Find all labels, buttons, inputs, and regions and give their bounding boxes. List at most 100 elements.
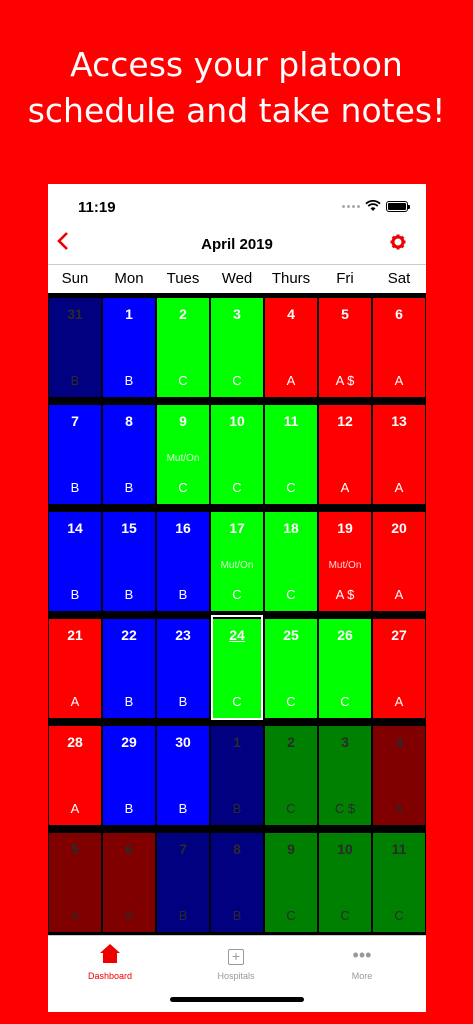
calendar-day-cell[interactable]: 30 B [156, 721, 210, 828]
status-icons [342, 200, 410, 212]
calendar-grid: 31 B 1 B 2 C 3 C 4 A 5 A $6 A 7 B 8 B 9 Mut/On C 10 C 11 C 12 A 13… [48, 293, 426, 935]
day-number: 27 [391, 627, 407, 643]
calendar-day-cell[interactable]: 8B [102, 400, 156, 507]
calendar-day-cell[interactable]: 9 Mut/On C [156, 400, 210, 507]
calendar-day-cell[interactable]: 11 C [264, 400, 318, 507]
day-number: 18 [283, 520, 299, 536]
calendar-day-cell[interactable]: 9C [264, 828, 318, 935]
weekday-thu: Thurs [271, 270, 311, 287]
platoon-label: C [232, 373, 242, 388]
promo-line-1: Access your platoon [70, 45, 403, 84]
calendar-day-cell[interactable]: 12 A [318, 400, 372, 507]
platoon-label: C $ [334, 801, 356, 816]
tab-dashboard[interactable]: Dashboard [70, 944, 150, 981]
calendar-day-cell[interactable]: 11 C [372, 828, 426, 935]
weekday-fri: Fri [336, 270, 354, 287]
day-number: 1 [125, 306, 133, 322]
day-number: 29 [121, 734, 137, 750]
calendar-day-cell[interactable]: 10 C [318, 828, 372, 935]
calendar-day-cell[interactable]: 26 C [318, 614, 372, 721]
tab-label: Dashboard [87, 971, 133, 981]
weekday-sun: Sun [61, 270, 89, 287]
day-number: 17 [229, 520, 245, 536]
day-number: 4 [395, 734, 403, 750]
platoon-label: A $ [335, 587, 355, 602]
calendar-day-cell[interactable]: 24 C [210, 614, 264, 721]
calendar-day-cell[interactable]: 2C [156, 293, 210, 400]
platoon-label: C [286, 694, 296, 709]
calendar-day-cell[interactable]: 3 C $ [318, 721, 372, 828]
calendar-day-cell[interactable]: 19 Mut/On A $ [318, 507, 372, 614]
day-number: 8 [125, 413, 133, 429]
day-note: Mut/On [220, 560, 254, 571]
day-number: 3 [233, 306, 241, 322]
platoon-label: B [178, 801, 188, 816]
platoon-label: C [232, 480, 242, 495]
calendar-day-cell[interactable]: 17 Mut/On C [210, 507, 264, 614]
calendar-day-cell[interactable]: 7B [156, 828, 210, 935]
day-number: 14 [67, 520, 83, 536]
day-number: 6 [125, 841, 133, 857]
day-number: 20 [391, 520, 407, 536]
day-number: 6 [395, 306, 403, 322]
calendar-day-cell[interactable]: 2C [264, 721, 318, 828]
day-number: 2 [179, 306, 187, 322]
calendar-day-cell[interactable]: 3C [210, 293, 264, 400]
platoon-label: A [394, 694, 404, 709]
day-number: 31 [67, 306, 83, 322]
platoon-label: C [340, 694, 350, 709]
calendar-day-cell[interactable]: 5 A $ [318, 293, 372, 400]
calendar-day-cell[interactable]: 21 A [48, 614, 102, 721]
platoon-label: B [178, 694, 188, 709]
gear-icon[interactable] [390, 234, 406, 255]
platoon-label: B [124, 373, 134, 388]
day-number: 13 [391, 413, 407, 429]
calendar-day-cell[interactable]: 29 B [102, 721, 156, 828]
calendar-day-cell[interactable]: 16 B [156, 507, 210, 614]
calendar-day-cell[interactable]: 4A [264, 293, 318, 400]
day-number: 8 [233, 841, 241, 857]
calendar-day-cell[interactable]: 13 A [372, 400, 426, 507]
tab-more[interactable]: ••• More [322, 944, 402, 981]
day-number: 24 [229, 627, 245, 643]
calendar-day-cell[interactable]: 6A [372, 293, 426, 400]
calendar-day-cell[interactable]: 31 B [48, 293, 102, 400]
day-number: 5 [341, 306, 349, 322]
day-number: 10 [337, 841, 353, 857]
calendar-day-cell[interactable]: 1B [210, 721, 264, 828]
wifi-icon [365, 200, 381, 211]
calendar-day-cell[interactable]: 6A [102, 828, 156, 935]
platoon-label: A [394, 373, 404, 388]
calendar-day-cell[interactable]: 23 B [156, 614, 210, 721]
platoon-label: A [124, 908, 134, 923]
calendar-day-cell[interactable]: 5A [48, 828, 102, 935]
calendar-day-cell[interactable]: 20 A [372, 507, 426, 614]
platoon-label: B [124, 801, 134, 816]
calendar-day-cell[interactable]: 22 B [102, 614, 156, 721]
platoon-label: C [286, 587, 296, 602]
calendar-day-cell[interactable]: 7B [48, 400, 102, 507]
day-number: 7 [179, 841, 187, 857]
tab-hospitals[interactable]: + Hospitals [196, 944, 276, 981]
calendar-day-cell[interactable]: 14 B [48, 507, 102, 614]
day-number: 3 [341, 734, 349, 750]
status-bar: 11:19 [48, 184, 426, 228]
calendar-day-cell[interactable]: 27 A [372, 614, 426, 721]
day-number: 4 [287, 306, 295, 322]
platoon-label: C [178, 480, 188, 495]
status-time: 11:19 [78, 199, 116, 216]
calendar-day-cell[interactable]: 25 C [264, 614, 318, 721]
platoon-label: A [394, 801, 404, 816]
calendar-day-cell[interactable]: 4A [372, 721, 426, 828]
tab-bar: Dashboard + Hospitals ••• More [48, 935, 426, 1012]
calendar-day-cell[interactable]: 15 B [102, 507, 156, 614]
calendar-day-cell[interactable]: 18 C [264, 507, 318, 614]
platoon-label: A [340, 480, 350, 495]
platoon-label: C [394, 908, 404, 923]
calendar-day-cell[interactable]: 8B [210, 828, 264, 935]
calendar-day-cell[interactable]: 1B [102, 293, 156, 400]
platoon-label: A [394, 480, 404, 495]
day-number: 28 [67, 734, 83, 750]
calendar-day-cell[interactable]: 28 A [48, 721, 102, 828]
calendar-day-cell[interactable]: 10 C [210, 400, 264, 507]
